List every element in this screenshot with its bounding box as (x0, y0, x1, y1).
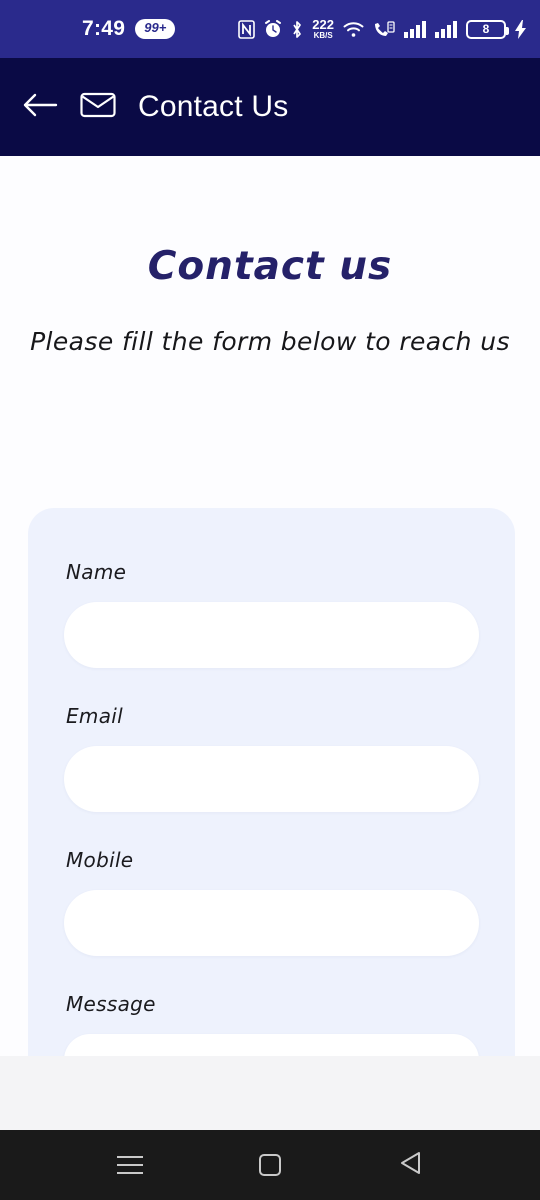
notification-count-badge: 99+ (135, 19, 176, 39)
name-label: Name (66, 560, 127, 584)
battery-icon: 8 (466, 19, 509, 39)
content-area: Contact us Please fill the form below to… (0, 156, 540, 1056)
mobile-input[interactable] (64, 890, 479, 956)
email-label: Email (66, 704, 123, 728)
contact-heading: Contact us (147, 244, 393, 289)
home-button[interactable] (243, 1138, 297, 1192)
form-field-name: Name (64, 560, 479, 668)
back-arrow-icon[interactable] (22, 90, 58, 125)
data-speed-value: 222 (312, 17, 334, 32)
data-speed-indicator: 222 KB/S (312, 18, 334, 40)
form-field-message: Message (64, 992, 479, 1056)
recents-icon (117, 1156, 143, 1174)
bluetooth-icon (291, 20, 303, 39)
status-bar: 7:49 99+ 222 KB/S 8 (0, 0, 540, 58)
mobile-label: Mobile (66, 848, 134, 872)
phone-screen: 7:49 99+ 222 KB/S 8 Contact Us Contact u… (0, 0, 540, 1200)
recents-button[interactable] (103, 1138, 157, 1192)
home-icon (259, 1154, 281, 1176)
wifi-icon (343, 21, 364, 38)
signal-bars-sim2-icon (435, 20, 457, 38)
status-bar-left: 7:49 99+ (82, 17, 176, 41)
call-signal-icon (373, 20, 395, 38)
form-field-email: Email (64, 704, 479, 812)
battery-level-text: 8 (482, 22, 490, 36)
name-input[interactable] (64, 602, 479, 668)
signal-bars-sim1-icon (404, 20, 426, 38)
back-button[interactable] (383, 1138, 437, 1192)
email-input[interactable] (64, 746, 479, 812)
status-bar-right: 222 KB/S 8 (238, 0, 526, 58)
data-speed-unit: KB/S (313, 31, 333, 40)
back-triangle-icon (398, 1150, 422, 1181)
nfc-icon (238, 19, 256, 39)
alarm-icon (264, 20, 282, 38)
status-bar-clock: 7:49 (82, 17, 126, 40)
bottom-spacer (0, 1056, 540, 1130)
message-input[interactable] (64, 1034, 479, 1056)
contact-subheading: Please fill the form below to reach us (30, 327, 510, 356)
message-label: Message (66, 992, 156, 1016)
envelope-icon (80, 91, 116, 124)
charging-bolt-icon (515, 19, 526, 39)
form-field-mobile: Mobile (64, 848, 479, 956)
app-bar: Contact Us (0, 58, 540, 156)
contact-form-card: Name Email Mobile Message (28, 508, 515, 1056)
page-title: Contact Us (138, 90, 289, 123)
system-nav-bar (0, 1130, 540, 1200)
